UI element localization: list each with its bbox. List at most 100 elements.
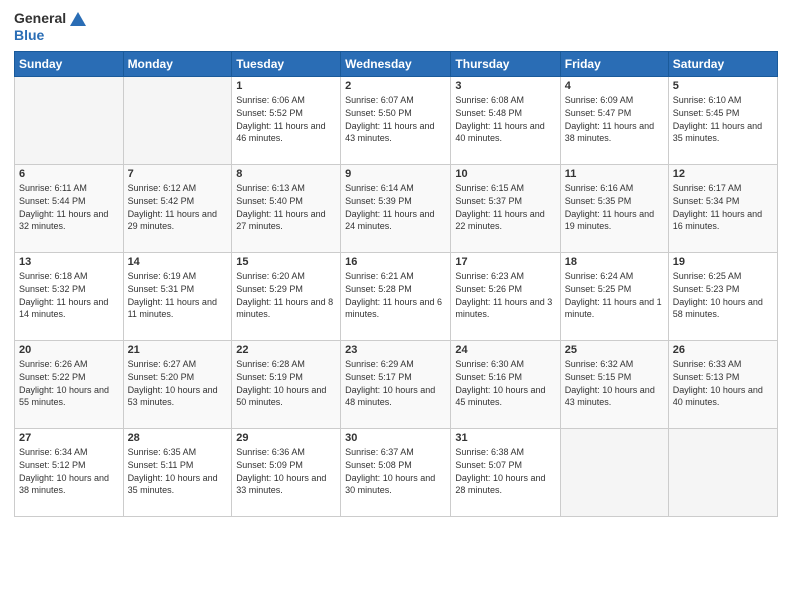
day-info: Sunrise: 6:07 AM Sunset: 5:50 PM Dayligh… — [345, 94, 446, 144]
day-number: 16 — [345, 256, 446, 268]
day-info: Sunrise: 6:37 AM Sunset: 5:08 PM Dayligh… — [345, 446, 446, 496]
day-info: Sunrise: 6:13 AM Sunset: 5:40 PM Dayligh… — [236, 182, 336, 232]
day-info: Sunrise: 6:15 AM Sunset: 5:37 PM Dayligh… — [455, 182, 555, 232]
day-info: Sunrise: 6:24 AM Sunset: 5:25 PM Dayligh… — [565, 270, 664, 320]
calendar-cell: 18 Sunrise: 6:24 AM Sunset: 5:25 PM Dayli… — [560, 253, 668, 341]
logo-text: General Blue — [14, 10, 87, 43]
day-number: 31 — [455, 432, 555, 444]
calendar-cell: 3Sunrise: 6:08 AM Sunset: 5:48 PM Daylig… — [451, 77, 560, 165]
day-info: Sunrise: 6:16 AM Sunset: 5:35 PM Dayligh… — [565, 182, 664, 232]
day-info: Sunrise: 6:12 AM Sunset: 5:42 PM Dayligh… — [128, 182, 228, 232]
day-number: 15 — [236, 256, 336, 268]
day-info: Sunrise: 6:34 AM Sunset: 5:12 PM Dayligh… — [19, 446, 119, 496]
page: General Blue SundayMondayTuesdayWednesda… — [0, 0, 792, 612]
day-number: 11 — [565, 168, 664, 180]
day-number: 27 — [19, 432, 119, 444]
weekday-header: Saturday — [668, 52, 777, 77]
weekday-header: Thursday — [451, 52, 560, 77]
calendar-cell: 13 Sunrise: 6:18 AM Sunset: 5:32 PM Dayli… — [15, 253, 124, 341]
day-number: 2 — [345, 80, 446, 92]
day-number: 3 — [455, 80, 555, 92]
calendar-cell: 12 Sunrise: 6:17 AM Sunset: 5:34 PM Dayli… — [668, 165, 777, 253]
day-info: Sunrise: 6:11 AM Sunset: 5:44 PM Dayligh… — [19, 182, 119, 232]
day-number: 5 — [673, 80, 773, 92]
day-info: Sunrise: 6:32 AM Sunset: 5:15 PM Dayligh… — [565, 358, 664, 408]
day-number: 4 — [565, 80, 664, 92]
day-info: Sunrise: 6:28 AM Sunset: 5:19 PM Dayligh… — [236, 358, 336, 408]
calendar-cell: 25 Sunrise: 6:32 AM Sunset: 5:15 PM Dayli… — [560, 341, 668, 429]
day-number: 19 — [673, 256, 773, 268]
calendar-week-row: 6 Sunrise: 6:11 AM Sunset: 5:44 PM Daylig… — [15, 165, 778, 253]
header: General Blue — [14, 10, 778, 43]
calendar-cell: 30 Sunrise: 6:37 AM Sunset: 5:08 PM Dayli… — [341, 429, 451, 517]
day-number: 25 — [565, 344, 664, 356]
calendar-cell: 15 Sunrise: 6:20 AM Sunset: 5:29 PM Dayli… — [232, 253, 341, 341]
calendar-cell: 23Sunrise: 6:29 AM Sunset: 5:17 PM Dayli… — [341, 341, 451, 429]
weekday-header: Wednesday — [341, 52, 451, 77]
calendar-cell: 10 Sunrise: 6:15 AM Sunset: 5:37 PM Dayli… — [451, 165, 560, 253]
day-number: 1 — [236, 80, 336, 92]
day-number: 9 — [345, 168, 446, 180]
day-info: Sunrise: 6:14 AM Sunset: 5:39 PM Dayligh… — [345, 182, 446, 232]
day-info: Sunrise: 6:27 AM Sunset: 5:20 PM Dayligh… — [128, 358, 228, 408]
day-info: Sunrise: 6:09 AM Sunset: 5:47 PM Dayligh… — [565, 94, 664, 144]
calendar-cell: 2 Sunrise: 6:07 AM Sunset: 5:50 PM Daylig… — [341, 77, 451, 165]
weekday-header: Sunday — [15, 52, 124, 77]
calendar-cell: 6 Sunrise: 6:11 AM Sunset: 5:44 PM Daylig… — [15, 165, 124, 253]
day-number: 10 — [455, 168, 555, 180]
day-number: 14 — [128, 256, 228, 268]
day-info: Sunrise: 6:20 AM Sunset: 5:29 PM Dayligh… — [236, 270, 336, 320]
calendar-cell — [668, 429, 777, 517]
day-info: Sunrise: 6:23 AM Sunset: 5:26 PM Dayligh… — [455, 270, 555, 320]
day-number: 29 — [236, 432, 336, 444]
calendar-cell: 31 Sunrise: 6:38 AM Sunset: 5:07 PM Dayli… — [451, 429, 560, 517]
logo-blue: Blue — [14, 28, 87, 43]
calendar-cell: 26Sunrise: 6:33 AM Sunset: 5:13 PM Dayli… — [668, 341, 777, 429]
calendar-cell: 22 Sunrise: 6:28 AM Sunset: 5:19 PM Dayli… — [232, 341, 341, 429]
calendar-cell: 19Sunrise: 6:25 AM Sunset: 5:23 PM Dayli… — [668, 253, 777, 341]
day-info: Sunrise: 6:18 AM Sunset: 5:32 PM Dayligh… — [19, 270, 119, 320]
calendar-cell — [15, 77, 124, 165]
day-number: 30 — [345, 432, 446, 444]
day-number: 8 — [236, 168, 336, 180]
calendar-cell: 9 Sunrise: 6:14 AM Sunset: 5:39 PM Daylig… — [341, 165, 451, 253]
calendar-week-row: 20Sunrise: 6:26 AM Sunset: 5:22 PM Dayli… — [15, 341, 778, 429]
day-info: Sunrise: 6:19 AM Sunset: 5:31 PM Dayligh… — [128, 270, 228, 320]
logo-general: General — [14, 11, 66, 26]
calendar-cell: 1Sunrise: 6:06 AM Sunset: 5:52 PM Daylig… — [232, 77, 341, 165]
calendar-week-row: 13 Sunrise: 6:18 AM Sunset: 5:32 PM Dayli… — [15, 253, 778, 341]
day-number: 20 — [19, 344, 119, 356]
calendar-cell: 27 Sunrise: 6:34 AM Sunset: 5:12 PM Dayli… — [15, 429, 124, 517]
logo-triangle-icon — [69, 10, 87, 28]
calendar-cell: 29 Sunrise: 6:36 AM Sunset: 5:09 PM Dayli… — [232, 429, 341, 517]
day-number: 26 — [673, 344, 773, 356]
calendar-cell — [123, 77, 232, 165]
logo: General Blue — [14, 10, 87, 43]
day-info: Sunrise: 6:38 AM Sunset: 5:07 PM Dayligh… — [455, 446, 555, 496]
calendar-cell: 21 Sunrise: 6:27 AM Sunset: 5:20 PM Dayli… — [123, 341, 232, 429]
day-number: 13 — [19, 256, 119, 268]
weekday-header: Tuesday — [232, 52, 341, 77]
day-info: Sunrise: 6:30 AM Sunset: 5:16 PM Dayligh… — [455, 358, 555, 408]
day-number: 6 — [19, 168, 119, 180]
calendar-cell: 16Sunrise: 6:21 AM Sunset: 5:28 PM Dayli… — [341, 253, 451, 341]
day-number: 28 — [128, 432, 228, 444]
calendar-table: SundayMondayTuesdayWednesdayThursdayFrid… — [14, 51, 778, 517]
day-info: Sunrise: 6:36 AM Sunset: 5:09 PM Dayligh… — [236, 446, 336, 496]
calendar-cell: 14 Sunrise: 6:19 AM Sunset: 5:31 PM Dayli… — [123, 253, 232, 341]
day-number: 24 — [455, 344, 555, 356]
day-number: 21 — [128, 344, 228, 356]
day-number: 18 — [565, 256, 664, 268]
calendar-week-row: 1Sunrise: 6:06 AM Sunset: 5:52 PM Daylig… — [15, 77, 778, 165]
day-number: 22 — [236, 344, 336, 356]
header-row: SundayMondayTuesdayWednesdayThursdayFrid… — [15, 52, 778, 77]
calendar-cell: 17Sunrise: 6:23 AM Sunset: 5:26 PM Dayli… — [451, 253, 560, 341]
day-info: Sunrise: 6:17 AM Sunset: 5:34 PM Dayligh… — [673, 182, 773, 232]
day-number: 12 — [673, 168, 773, 180]
calendar-cell: 11 Sunrise: 6:16 AM Sunset: 5:35 PM Dayli… — [560, 165, 668, 253]
calendar-cell — [560, 429, 668, 517]
day-info: Sunrise: 6:29 AM Sunset: 5:17 PM Dayligh… — [345, 358, 446, 408]
weekday-header: Monday — [123, 52, 232, 77]
calendar-cell: 24 Sunrise: 6:30 AM Sunset: 5:16 PM Dayli… — [451, 341, 560, 429]
calendar-cell: 20Sunrise: 6:26 AM Sunset: 5:22 PM Dayli… — [15, 341, 124, 429]
